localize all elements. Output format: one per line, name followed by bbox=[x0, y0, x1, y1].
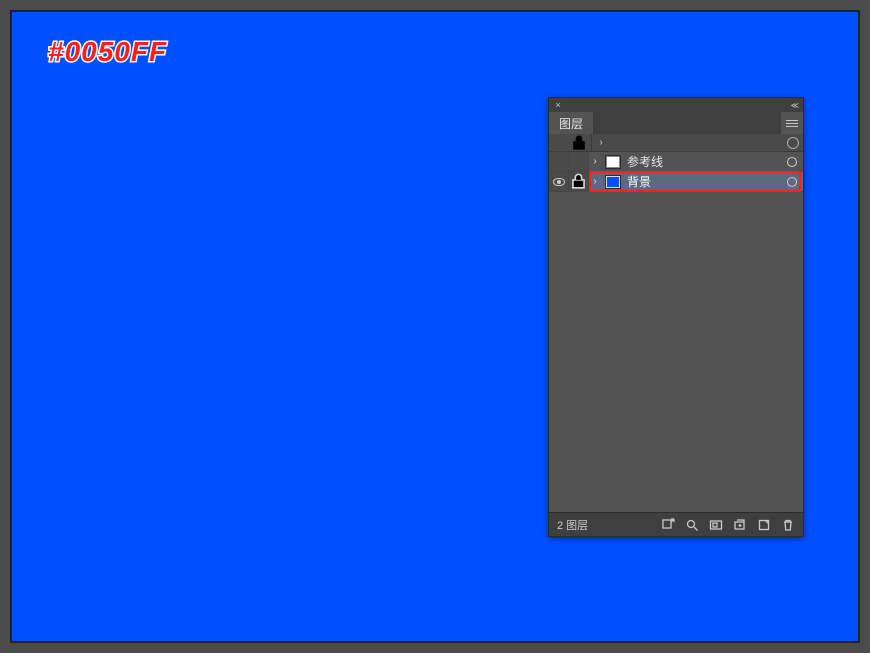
layer-count-label: 2 图层 bbox=[557, 517, 588, 533]
hamburger-icon bbox=[786, 120, 798, 127]
layer-row[interactable]: › 背景 bbox=[549, 172, 803, 192]
panel-menu-button[interactable] bbox=[781, 112, 803, 134]
visibility-toggle[interactable] bbox=[549, 172, 569, 191]
panel-footer: 2 图层 bbox=[549, 512, 803, 536]
export-icon[interactable] bbox=[661, 518, 675, 532]
locate-layer-icon[interactable] bbox=[685, 518, 699, 532]
artboard[interactable]: #0050FF × ≪ 图层 bbox=[10, 10, 860, 643]
delete-layer-icon[interactable] bbox=[781, 518, 795, 532]
lock-toggle[interactable] bbox=[569, 152, 589, 171]
tab-filler bbox=[594, 112, 781, 134]
eye-icon bbox=[553, 178, 565, 186]
lock-icon bbox=[569, 133, 589, 153]
lock-icon bbox=[569, 172, 588, 191]
layer-main[interactable]: › 背景 bbox=[589, 172, 803, 191]
layer-list-header: › bbox=[549, 134, 803, 152]
tab-label: 图层 bbox=[559, 115, 583, 132]
target-icon[interactable] bbox=[787, 137, 799, 149]
layer-swatch bbox=[605, 175, 621, 189]
layer-list: › 参考线 › 背景 bbox=[549, 152, 803, 512]
layer-swatch bbox=[605, 155, 621, 169]
layers-panel: × ≪ 图层 › bbox=[548, 97, 804, 537]
canvas-color-label: #0050FF bbox=[48, 36, 167, 68]
target-icon[interactable] bbox=[787, 157, 797, 167]
panel-titlebar[interactable]: × ≪ bbox=[549, 98, 803, 112]
layer-row[interactable]: › 参考线 bbox=[549, 152, 803, 172]
close-icon[interactable]: × bbox=[553, 100, 563, 110]
new-sublayer-icon[interactable] bbox=[733, 518, 747, 532]
layer-name: 参考线 bbox=[627, 153, 781, 170]
new-layer-icon[interactable] bbox=[757, 518, 771, 532]
tab-layers[interactable]: 图层 bbox=[549, 112, 594, 134]
mask-icon[interactable] bbox=[709, 518, 723, 532]
layer-name: 背景 bbox=[627, 173, 781, 190]
layer-main[interactable]: › 参考线 bbox=[589, 152, 803, 171]
expand-caret-icon[interactable]: › bbox=[594, 137, 608, 148]
chevron-right-icon[interactable]: › bbox=[591, 156, 599, 167]
chevron-right-icon[interactable]: › bbox=[591, 176, 599, 187]
panel-tab-bar: 图层 bbox=[549, 112, 803, 134]
visibility-toggle[interactable] bbox=[549, 152, 569, 171]
target-icon[interactable] bbox=[787, 177, 797, 187]
panel-collapse-icon[interactable]: ≪ bbox=[783, 100, 799, 110]
lock-toggle[interactable] bbox=[569, 172, 589, 191]
